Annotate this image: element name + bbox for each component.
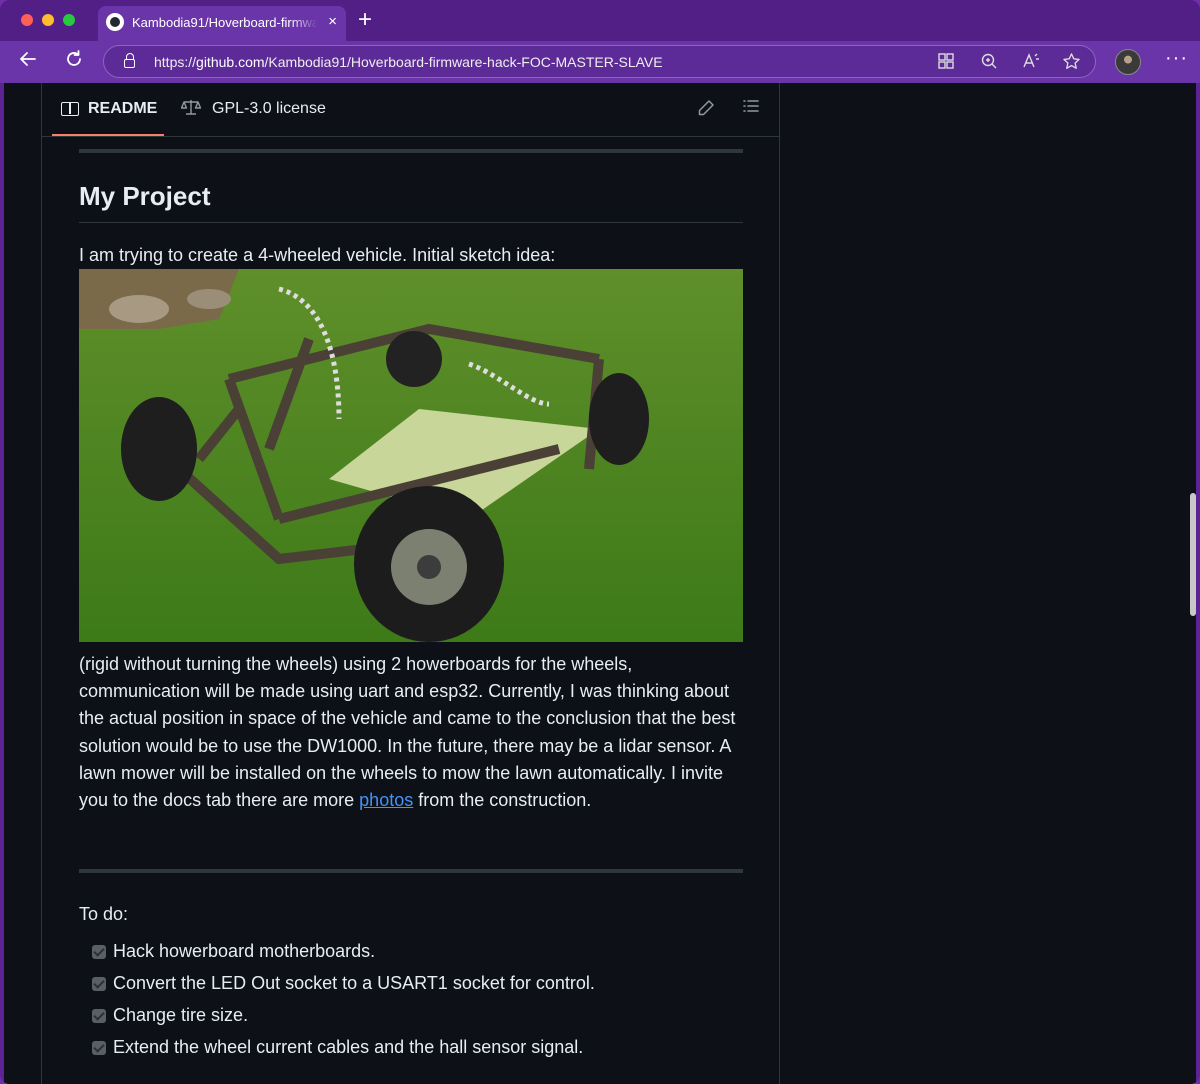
favorite-star-icon[interactable] <box>1062 52 1081 75</box>
todo-item-label: Change tire size. <box>113 1005 249 1025</box>
checked-checkbox[interactable] <box>92 945 106 959</box>
heading-divider <box>79 222 743 223</box>
readme-container: README GPL-3.0 license My Project I am t… <box>41 83 780 1084</box>
todo-item-label: Convert the LED Out socket to a USART1 s… <box>113 973 595 993</box>
photos-link[interactable]: photos <box>359 790 413 810</box>
todo-list: Hack howerboard motherboards. Convert th… <box>92 941 733 1069</box>
checked-checkbox[interactable] <box>92 1009 106 1023</box>
refresh-icon[interactable] <box>64 49 84 75</box>
github-favicon-icon <box>106 13 124 31</box>
maximize-window-button[interactable] <box>63 14 75 26</box>
browser-window: Kambodia91/Hoverboard-firmware-hack-FOC-… <box>0 0 1200 1084</box>
section-heading: My Project <box>79 181 211 211</box>
todo-item-label: Hack howerboard motherboards. <box>113 941 376 961</box>
todo-heading: To do: <box>79 904 129 924</box>
todo-item: Convert the LED Out socket to a USART1 s… <box>92 973 733 1005</box>
tab-license[interactable]: GPL-3.0 license <box>212 100 326 118</box>
lock-icon[interactable] <box>124 53 135 68</box>
more-menu-icon[interactable]: ··· <box>1165 47 1188 70</box>
browser-toolbar: https://github.com/Kambodia91/Hoverboard… <box>0 41 1200 83</box>
url-text[interactable]: https://github.com/Kambodia91/Hoverboard… <box>154 54 663 70</box>
apps-icon[interactable] <box>937 52 955 74</box>
intro-paragraph: I am trying to create a 4-wheeled vehicl… <box>79 245 556 265</box>
law-scale-icon <box>180 98 202 121</box>
back-arrow-icon[interactable] <box>18 49 38 75</box>
horizontal-rule <box>79 869 743 873</box>
tab-readme[interactable]: README <box>88 100 157 118</box>
browser-tab-active[interactable]: Kambodia91/Hoverboard-firmware-hack-FOC-… <box>98 6 346 41</box>
todo-item-label: Extend the wheel current cables and the … <box>113 1037 584 1057</box>
address-bar[interactable]: https://github.com/Kambodia91/Hoverboard… <box>103 45 1096 78</box>
page-viewport: README GPL-3.0 license My Project I am t… <box>4 83 1196 1084</box>
pencil-edit-icon[interactable] <box>697 99 715 122</box>
readme-header: README GPL-3.0 license <box>42 83 779 137</box>
outline-list-icon[interactable] <box>742 97 760 120</box>
zoom-icon[interactable] <box>980 52 998 74</box>
todo-item: Change tire size. <box>92 1005 733 1037</box>
active-tab-underline <box>52 134 164 136</box>
horizontal-rule <box>79 149 743 153</box>
todo-item: Hack howerboard motherboards. <box>92 941 733 973</box>
todo-item: Extend the wheel current cables and the … <box>92 1037 733 1069</box>
tab-strip: Kambodia91/Hoverboard-firmware-hack-FOC-… <box>0 0 1200 41</box>
page-scrollbar[interactable] <box>1190 493 1196 616</box>
tab-title: Kambodia91/Hoverboard-firmware-hack-FOC-… <box>132 15 318 30</box>
profile-avatar[interactable] <box>1115 49 1141 75</box>
read-aloud-icon[interactable] <box>1022 52 1040 74</box>
book-icon <box>61 102 79 116</box>
checked-checkbox[interactable] <box>92 977 106 991</box>
minimize-window-button[interactable] <box>42 14 54 26</box>
vehicle-photo[interactable] <box>79 269 743 642</box>
tab-close-icon[interactable]: × <box>328 13 337 30</box>
checked-checkbox[interactable] <box>92 1041 106 1055</box>
new-tab-button[interactable]: + <box>358 6 372 34</box>
description-paragraph: (rigid without turning the wheels) using… <box>79 654 736 811</box>
close-window-button[interactable] <box>21 14 33 26</box>
